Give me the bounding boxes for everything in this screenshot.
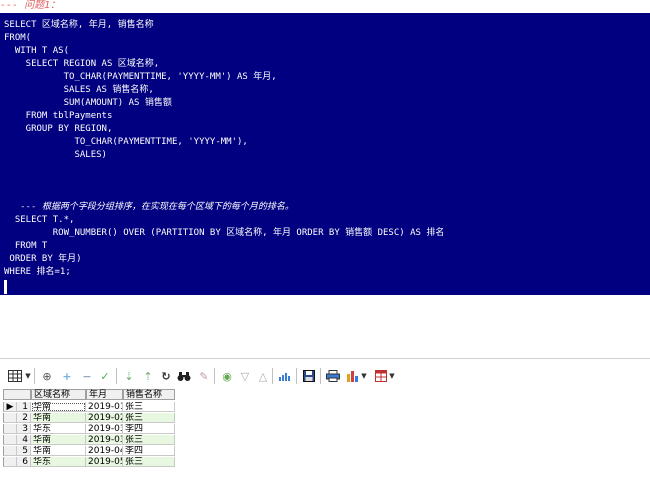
binoculars-icon[interactable] [175, 367, 193, 385]
toolbar-separator [116, 368, 117, 384]
column-header-region[interactable]: 区域名称 [31, 389, 86, 400]
chart-icon[interactable] [276, 367, 294, 385]
row-number: 4 [17, 435, 31, 445]
column-header-month[interactable]: 年月 [86, 389, 123, 400]
code-line[interactable]: TO_CHAR(PAYMENTTIME, 'YYYY-MM'), [4, 136, 247, 149]
toolbar-separator [320, 368, 321, 384]
code-line[interactable]: SUM(AMOUNT) AS 销售额 [4, 97, 172, 110]
code-line[interactable]: ORDER BY 年月) [4, 253, 81, 266]
cell-region[interactable]: 华东 [31, 424, 86, 434]
result-grid: 区域名称 年月 销售名称 ▶ 1 华南 2019-01 张三 2 华南 2019… [3, 389, 178, 484]
toolbar-separator [214, 368, 215, 384]
row-indicator [3, 424, 17, 434]
code-line[interactable]: SELECT 区域名称, 年月, 销售名称 [4, 19, 154, 32]
toolbar-separator [296, 368, 297, 384]
save-icon[interactable] [300, 367, 318, 385]
row-pointer-icon: ▶ [3, 402, 17, 412]
code-line[interactable]: GROUP BY REGION, [4, 123, 113, 136]
table-icon[interactable] [372, 367, 390, 385]
grid-icon[interactable] [6, 367, 24, 385]
column-header-sales[interactable]: 销售名称 [123, 389, 175, 400]
toolbar-separator [34, 368, 35, 384]
minus-icon[interactable]: − [78, 367, 96, 385]
query-icon[interactable]: ◉ [218, 367, 236, 385]
code-line[interactable]: TO_CHAR(PAYMENTTIME, 'YYYY-MM') AS 年月, [4, 71, 277, 84]
cell-region[interactable]: 华南 [31, 413, 86, 423]
code-line[interactable]: SALES) [4, 149, 107, 162]
cell-month[interactable]: 2019-02 [86, 413, 123, 423]
grid-dropdown-caret-icon[interactable]: ▼ [25, 372, 31, 380]
cell-region[interactable]: 华南 [31, 435, 86, 445]
check-icon[interactable]: ✓ [96, 367, 114, 385]
code-line[interactable]: FROM( [4, 32, 31, 45]
filter-down-icon[interactable]: ⇣ [120, 367, 138, 385]
editor-empty-area[interactable] [0, 295, 650, 358]
cell-month[interactable]: 2019-03 [86, 435, 123, 445]
export-dropdown-caret-icon[interactable]: ▼ [361, 372, 367, 380]
code-line[interactable]: SELECT REGION AS 区域名称, [4, 58, 160, 71]
code-line[interactable]: SALES AS 销售名称, [4, 84, 154, 97]
export-icon[interactable] [344, 367, 362, 385]
cell-month[interactable]: 2019-04 [86, 446, 123, 456]
top-comment-line: --- 问题1： [0, 0, 61, 11]
code-line[interactable]: FROM tblPayments [4, 110, 113, 123]
cell-sales[interactable]: 李四 [123, 446, 175, 456]
cell-sales[interactable]: 张三 [123, 435, 175, 445]
code-line[interactable]: WHERE 排名=1; [4, 266, 71, 279]
cell-month[interactable]: 2019-05 [86, 457, 123, 467]
refresh-icon[interactable]: ↻ [157, 367, 175, 385]
eraser-icon[interactable]: ✎ [195, 367, 213, 385]
row-number: 1 [17, 402, 31, 412]
cell-sales[interactable]: 张三 [123, 413, 175, 423]
row-indicator [3, 435, 17, 445]
pane-divider[interactable] [0, 358, 650, 359]
cell-region[interactable]: 华南 [31, 446, 86, 456]
grid-corner-header[interactable] [3, 389, 31, 400]
print-icon[interactable] [324, 367, 342, 385]
code-line[interactable]: FROM T [4, 240, 48, 253]
code-comment-line[interactable]: --- 根据两个字段分组排序，在实现在每个区域下的每个月的排名。 [4, 201, 294, 214]
cell-region[interactable]: 华东 [31, 457, 86, 467]
toolbar-separator [272, 368, 273, 384]
result-toolbar: ▼ ⊕ + − ✓ ⇣ ⇡ ↻ ✎ ◉ ▽ △ ▼ ▼ [0, 364, 650, 388]
cell-sales[interactable]: 张三 [123, 402, 175, 412]
cell-sales[interactable]: 张三 [123, 457, 175, 467]
row-indicator [3, 413, 17, 423]
cell-month[interactable]: 2019-01 [86, 402, 123, 412]
row-number: 6 [17, 457, 31, 467]
code-line[interactable]: SELECT T.*, [4, 214, 75, 227]
text-cursor [4, 280, 7, 294]
code-line[interactable]: ROW_NUMBER() OVER (PARTITION BY 区域名称, 年月… [4, 227, 445, 240]
cell-region[interactable]: 华南 [31, 402, 86, 412]
table-dropdown-caret-icon[interactable]: ▼ [389, 372, 395, 380]
code-line[interactable]: WITH T AS( [4, 45, 69, 58]
arrow-up-icon[interactable]: △ [254, 367, 272, 385]
add-record-icon[interactable]: ⊕ [38, 367, 56, 385]
row-indicator [3, 457, 17, 467]
sql-editor[interactable]: SELECT 区域名称, 年月, 销售名称 FROM( WITH T AS( SE… [0, 13, 650, 295]
row-number: 2 [17, 413, 31, 423]
arrow-down-icon[interactable]: ▽ [236, 367, 254, 385]
cell-month[interactable]: 2019-03 [86, 424, 123, 434]
row-number: 3 [17, 424, 31, 434]
filter-up-icon[interactable]: ⇡ [139, 367, 157, 385]
cell-sales[interactable]: 李四 [123, 424, 175, 434]
row-indicator [3, 446, 17, 456]
plus-icon[interactable]: + [58, 367, 76, 385]
row-number: 5 [17, 446, 31, 456]
